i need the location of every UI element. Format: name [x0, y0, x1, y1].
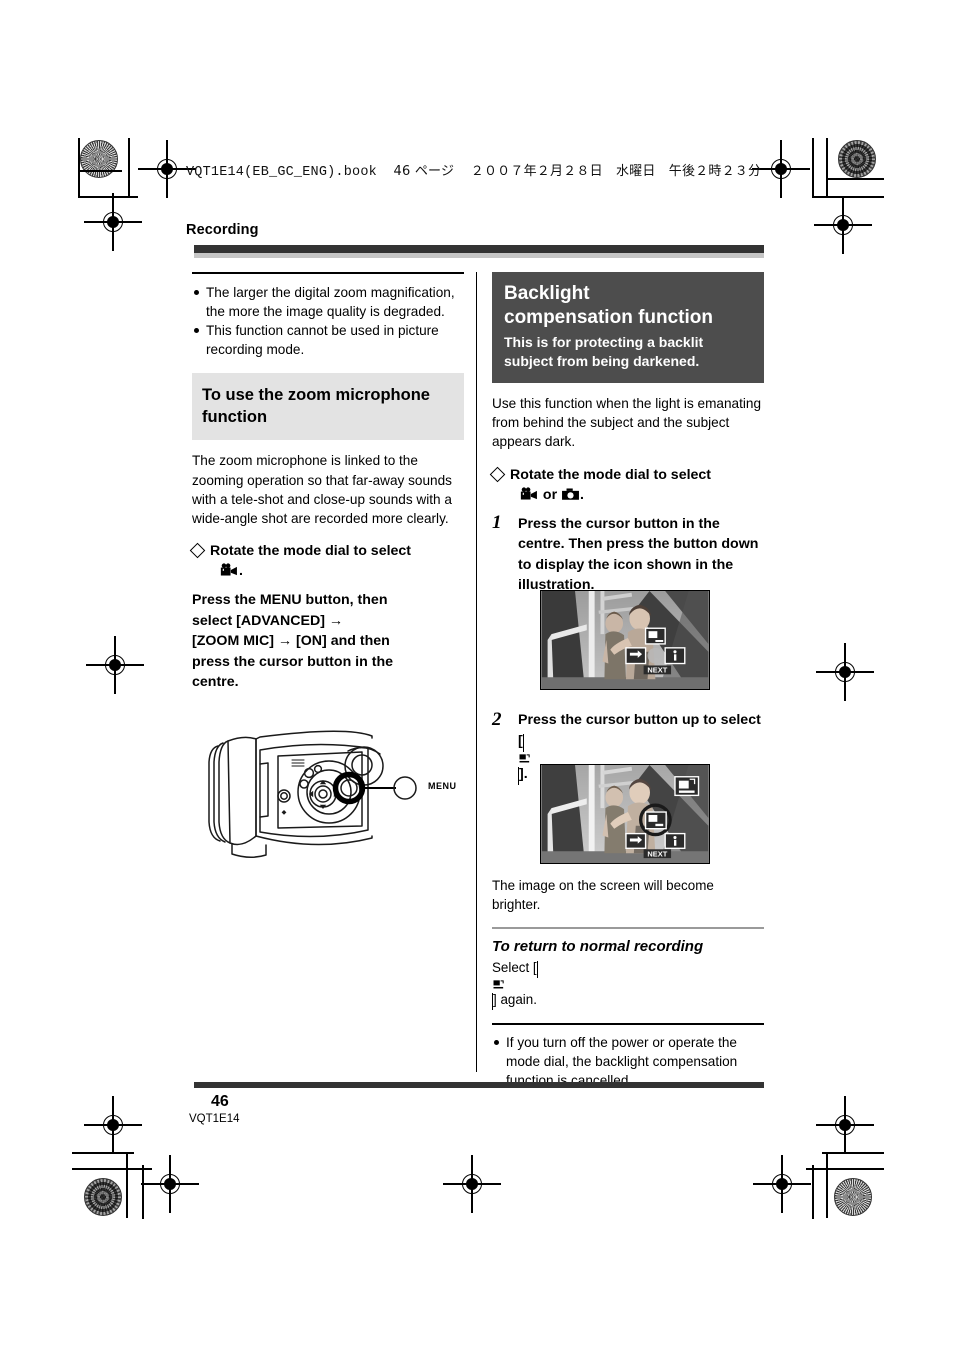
photo-mode-icon	[561, 487, 580, 501]
return-text-post: ] again.	[493, 992, 537, 1008]
left-column-top-rule	[192, 272, 464, 274]
diamond-bullet-icon	[189, 542, 206, 559]
osd-next-label: NEXT	[647, 666, 667, 675]
right-column: Backlight compensation function This is …	[489, 272, 764, 596]
crosshair-mark-left-middle	[86, 636, 144, 694]
mode-dial-instruction-right: Rotate the mode dial to select or .	[489, 465, 764, 505]
crosshair-mark-top-left	[138, 140, 196, 198]
crosshair-mark-bottom-right	[753, 1155, 811, 1213]
step-2-number: 2	[492, 709, 502, 730]
menu-instruction-line4: press the cursor button in the	[192, 653, 394, 670]
zoom-mic-intro-paragraph: The zoom microphone is linked to the zoo…	[192, 453, 452, 527]
crosshair-mark-left-upper	[84, 193, 142, 251]
book-source-line: VQT1E14(EB_GC_ENG).book 46 ページ ２００７年２月２８…	[186, 160, 766, 180]
return-text-pre: Select [	[492, 960, 537, 976]
menu-button-callout-label: MENU	[428, 781, 457, 791]
right-column-lower: The image on the screen will become brig…	[492, 868, 764, 1090]
return-to-normal-text: Select [ ] again.	[492, 958, 764, 1011]
backlight-title-line2: compensation function	[504, 307, 713, 328]
screen-illustration-step1: NEXT	[540, 590, 710, 690]
osd-next-label: NEXT	[647, 850, 667, 859]
section-heading-zoom-mic: To use the zoom microphone function	[192, 373, 464, 441]
step-1-text: Press the cursor button in the centre. T…	[518, 515, 759, 594]
mode-dial-instruction-left: Rotate the mode dial to select .	[189, 541, 464, 581]
rosette-mark-top-right	[838, 140, 876, 178]
menu-instruction-line3: [ZOOM MIC] → [ON] and then	[192, 633, 390, 650]
backlight-subtitle: This is for protecting a backlit subject…	[504, 334, 704, 369]
mode-dial-instruction-text: Rotate the mode dial to select	[210, 543, 412, 560]
footer-rule	[194, 1082, 764, 1088]
crosshair-mark-bottom-center	[443, 1155, 501, 1213]
menu-instruction-line5: centre.	[192, 674, 239, 691]
menu-instruction-line1: Press the MENU button, then	[192, 592, 388, 609]
left-column: The larger the digital zoom magnificatio…	[189, 272, 464, 693]
camcorder-mode-icon	[520, 487, 539, 501]
crosshair-mark-left-lower	[84, 1096, 142, 1154]
final-note-rule	[492, 1023, 764, 1025]
mode-dial-instruction-period: .	[580, 486, 584, 503]
header-rule-light	[194, 253, 764, 258]
book-file-name: VQT1E14(EB_GC_ENG).book	[186, 165, 377, 180]
crosshair-mark-right-upper	[814, 196, 872, 254]
crosshair-mark-top-right	[752, 140, 810, 198]
menu-instruction-block: Press the MENU button, then select [ADVA…	[192, 590, 464, 693]
backlight-title-line1: Backlight	[504, 283, 590, 304]
header-rule-dark	[194, 245, 764, 253]
mode-dial-instruction-text: Rotate the mode dial to select	[510, 466, 712, 483]
step-1-number: 1	[492, 511, 502, 533]
mode-dial-or-label: or	[542, 486, 558, 503]
column-divider	[476, 272, 478, 1072]
document-code: VQT1E14	[189, 1113, 240, 1125]
zoom-notes-list: The larger the digital zoom magnificatio…	[192, 283, 464, 360]
step-1: 1 Press the cursor button in the centre.…	[492, 511, 764, 596]
return-to-normal-heading: To return to normal recording	[492, 938, 704, 956]
camcorder-mode-icon	[220, 563, 239, 577]
screen-illustration-step2: NEXT	[540, 764, 710, 864]
manual-page: VQT1E14(EB_GC_ENG).book 46 ページ ２００７年２月２８…	[0, 0, 954, 1348]
list-item: The larger the digital zoom magnificatio…	[192, 283, 464, 321]
chapter-title: Recording	[186, 222, 259, 238]
mode-dial-instruction-period: .	[238, 563, 243, 580]
rosette-mark-top-left	[80, 140, 118, 178]
rosette-mark-bottom-left	[84, 1178, 122, 1216]
crosshair-mark-bottom-left	[141, 1155, 199, 1213]
book-date-label: ２００７年２月２８日 水曜日 午後２時２３分	[470, 164, 762, 179]
page-number: 46	[211, 1093, 229, 1110]
book-page-label: 46 ページ	[393, 164, 455, 179]
step-2-text-post: ].	[519, 766, 528, 782]
diamond-bullet-icon	[489, 466, 506, 482]
crosshair-mark-right-middle	[816, 643, 874, 701]
list-item: This function cannot be used in picture …	[192, 321, 464, 359]
backlight-intro-paragraph: Use this function when the light is eman…	[492, 396, 762, 450]
rosette-mark-bottom-right	[834, 1178, 872, 1216]
crosshair-mark-right-lower	[816, 1096, 874, 1154]
step-2-text-pre: Press the cursor button up to select [	[518, 712, 761, 749]
camcorder-illustration: MENU	[196, 718, 468, 868]
section-rule	[492, 927, 764, 930]
backlight-title-box: Backlight compensation function This is …	[492, 272, 764, 383]
menu-instruction-line2: select [ADVANCED] →	[192, 612, 344, 629]
step-2-caption: The image on the screen will become brig…	[492, 878, 714, 912]
